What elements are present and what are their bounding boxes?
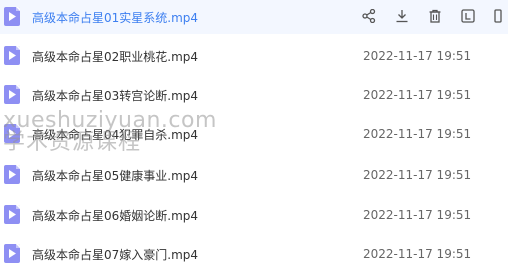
file-name[interactable]: 高级本命占星01实星系统.mp4 xyxy=(32,9,198,26)
file-row[interactable]: 高级本命占星07嫁入豪门.mp4 2022-11-17 19:51 xyxy=(0,237,508,271)
file-name[interactable]: 高级本命占星05健康事业.mp4 xyxy=(32,167,198,184)
file-name[interactable]: 高级本命占星07嫁入豪门.mp4 xyxy=(32,246,198,263)
file-name[interactable]: 高级本命占星02职业桃花.mp4 xyxy=(32,48,198,65)
row-actions xyxy=(362,6,508,26)
video-file-icon xyxy=(4,7,20,26)
modified-date: 2022-11-17 19:51 xyxy=(363,168,472,182)
file-row[interactable]: 高级本命占星02职业桃花.mp4 2022-11-17 19:51 xyxy=(0,39,508,73)
file-row[interactable]: 高级本命占星05健康事业.mp4 2022-11-17 19:51 xyxy=(0,158,508,192)
file-name[interactable]: 高级本命占星03转宫论断.mp4 xyxy=(32,87,198,104)
file-list: 高级本命占星01实星系统.mp4 高级本命占星02职业桃花.mp4 2022-1… xyxy=(0,0,508,273)
file-row[interactable]: 高级本命占星06婚姻论断.mp4 2022-11-17 19:51 xyxy=(0,198,508,232)
video-file-icon xyxy=(4,244,20,263)
rename-icon[interactable] xyxy=(461,6,494,26)
video-file-icon xyxy=(4,85,20,104)
file-row[interactable]: 高级本命占星01实星系统.mp4 xyxy=(0,0,508,34)
video-file-icon xyxy=(4,205,20,224)
file-row[interactable]: 高级本命占星04犯罪自杀.mp4 2022-11-17 19:51 xyxy=(0,117,508,151)
download-icon[interactable] xyxy=(395,6,428,26)
modified-date: 2022-11-17 19:51 xyxy=(363,247,472,261)
more-icon[interactable] xyxy=(494,6,508,26)
file-name[interactable]: 高级本命占星04犯罪自杀.mp4 xyxy=(32,126,198,143)
delete-icon[interactable] xyxy=(428,6,461,26)
modified-date: 2022-11-17 19:51 xyxy=(363,49,472,63)
modified-date: 2022-11-17 19:51 xyxy=(363,208,472,222)
modified-date: 2022-11-17 19:51 xyxy=(363,88,472,102)
share-icon[interactable] xyxy=(362,6,395,26)
video-file-icon xyxy=(4,124,20,143)
video-file-icon xyxy=(4,165,20,184)
file-row[interactable]: 高级本命占星03转宫论断.mp4 2022-11-17 19:51 xyxy=(0,78,508,112)
video-file-icon xyxy=(4,46,20,65)
modified-date: 2022-11-17 19:51 xyxy=(363,127,472,141)
file-name[interactable]: 高级本命占星06婚姻论断.mp4 xyxy=(32,207,198,224)
